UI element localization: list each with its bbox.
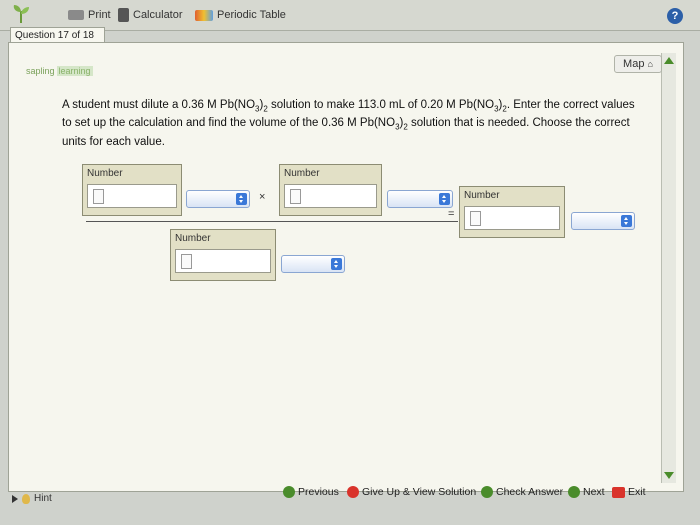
exit-button[interactable]: Exit (612, 484, 646, 500)
exit-icon (612, 486, 625, 498)
unit-select-2[interactable] (387, 190, 453, 208)
map-icon: ⌂ (647, 59, 653, 69)
select-arrows-icon (621, 215, 632, 227)
expand-triangle-icon (12, 494, 18, 503)
hint-bulb-icon (22, 493, 30, 504)
equals-sign: = (448, 208, 455, 220)
give-up-label: Give Up & View Solution (362, 486, 477, 498)
periodic-table-icon (195, 9, 213, 21)
number-box-1: Number (82, 164, 182, 216)
number-label: Number (284, 168, 320, 179)
select-arrows-icon (439, 193, 450, 205)
scroll-down-icon[interactable] (664, 472, 674, 479)
select-arrows-icon (331, 258, 342, 270)
sapling-leaf-icon (13, 5, 29, 24)
unit-select-3[interactable] (281, 255, 345, 273)
vertical-scrollbar[interactable] (661, 53, 676, 483)
exit-label: Exit (628, 486, 646, 498)
number-label: Number (464, 190, 500, 201)
give-up-button[interactable]: Give Up & View Solution (347, 484, 476, 500)
calculator-label: Calculator (133, 9, 183, 21)
number-box-result: Number (459, 186, 565, 238)
scroll-up-icon[interactable] (664, 57, 674, 64)
next-label: Next (583, 486, 605, 498)
map-label: Map (623, 58, 645, 70)
number-label: Number (175, 233, 211, 244)
previous-button[interactable]: Previous (283, 484, 339, 500)
check-mark-icon (481, 486, 493, 498)
periodic-table-button[interactable]: Periodic Table (195, 7, 286, 23)
sapling-learning-logo: sapling learning (26, 66, 93, 76)
help-button[interactable]: ? (667, 8, 683, 24)
calculator-button[interactable]: Calculator (118, 7, 183, 23)
previous-label: Previous (298, 486, 339, 498)
hint-label: Hint (34, 493, 52, 504)
unit-select-1[interactable] (186, 190, 250, 208)
periodic-table-label: Periodic Table (217, 9, 286, 21)
unit-select-result[interactable] (571, 212, 635, 230)
number-label: Number (87, 168, 123, 179)
give-up-x-icon (347, 486, 359, 498)
times-sign: × (259, 191, 266, 203)
number-input-result[interactable] (464, 206, 560, 230)
number-box-3: Number (170, 229, 276, 281)
hint-toggle[interactable]: Hint (12, 493, 52, 504)
check-answer-label: Check Answer (496, 486, 564, 498)
calculator-icon (118, 8, 129, 22)
number-input-2[interactable] (284, 184, 377, 208)
print-label: Print (88, 9, 111, 21)
check-answer-button[interactable]: Check Answer (481, 484, 563, 500)
fraction-line (86, 221, 458, 222)
print-button[interactable]: Print (68, 7, 111, 23)
question-counter-tab: Question 17 of 18 (10, 27, 105, 43)
question-text: A student must dilute a 0.36 M Pb(NO3)2 … (62, 99, 635, 148)
printer-icon (68, 10, 84, 20)
number-box-2: Number (279, 164, 382, 216)
brand-part2: learning (56, 66, 93, 76)
select-arrows-icon (236, 193, 247, 205)
next-button[interactable]: Next (568, 484, 605, 500)
brand-part1: sapling (26, 66, 55, 76)
number-input-1[interactable] (87, 184, 177, 208)
next-arrow-icon (568, 486, 580, 498)
number-input-3[interactable] (175, 249, 271, 273)
previous-arrow-icon (283, 486, 295, 498)
map-button[interactable]: Map ⌂ (614, 55, 662, 73)
